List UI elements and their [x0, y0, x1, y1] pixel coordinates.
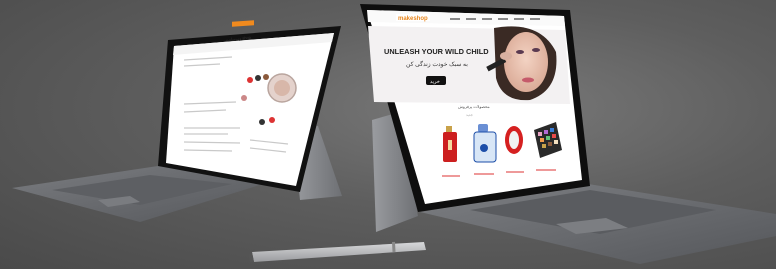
- right-section-subtitle: جدید: [466, 113, 474, 117]
- right-subheadline: به سبک خودت زندگی کن: [406, 60, 468, 68]
- right-logo: makeshop: [398, 16, 428, 22]
- product-card-nivea[interactable]: [470, 124, 500, 168]
- left-tablet-device: وب‌سایت shop: [12, 20, 342, 222]
- right-tablet-device: makeshop UNLEASH YOUR WILD CHILD به سبک …: [360, 4, 776, 264]
- stylus-pen: [248, 241, 426, 262]
- right-section-title: محصولات پرفروش: [458, 104, 490, 109]
- product-card-eyeshadow-palette[interactable]: [532, 122, 562, 166]
- right-cta-label: خرید: [430, 79, 440, 85]
- right-headline: UNLEASH YOUR WILD CHILD: [384, 47, 489, 56]
- scene: وب‌سایت shop: [12, 4, 776, 264]
- product-card-perfume-red[interactable]: [436, 124, 466, 168]
- product-card-red-cosmetic[interactable]: [502, 124, 530, 168]
